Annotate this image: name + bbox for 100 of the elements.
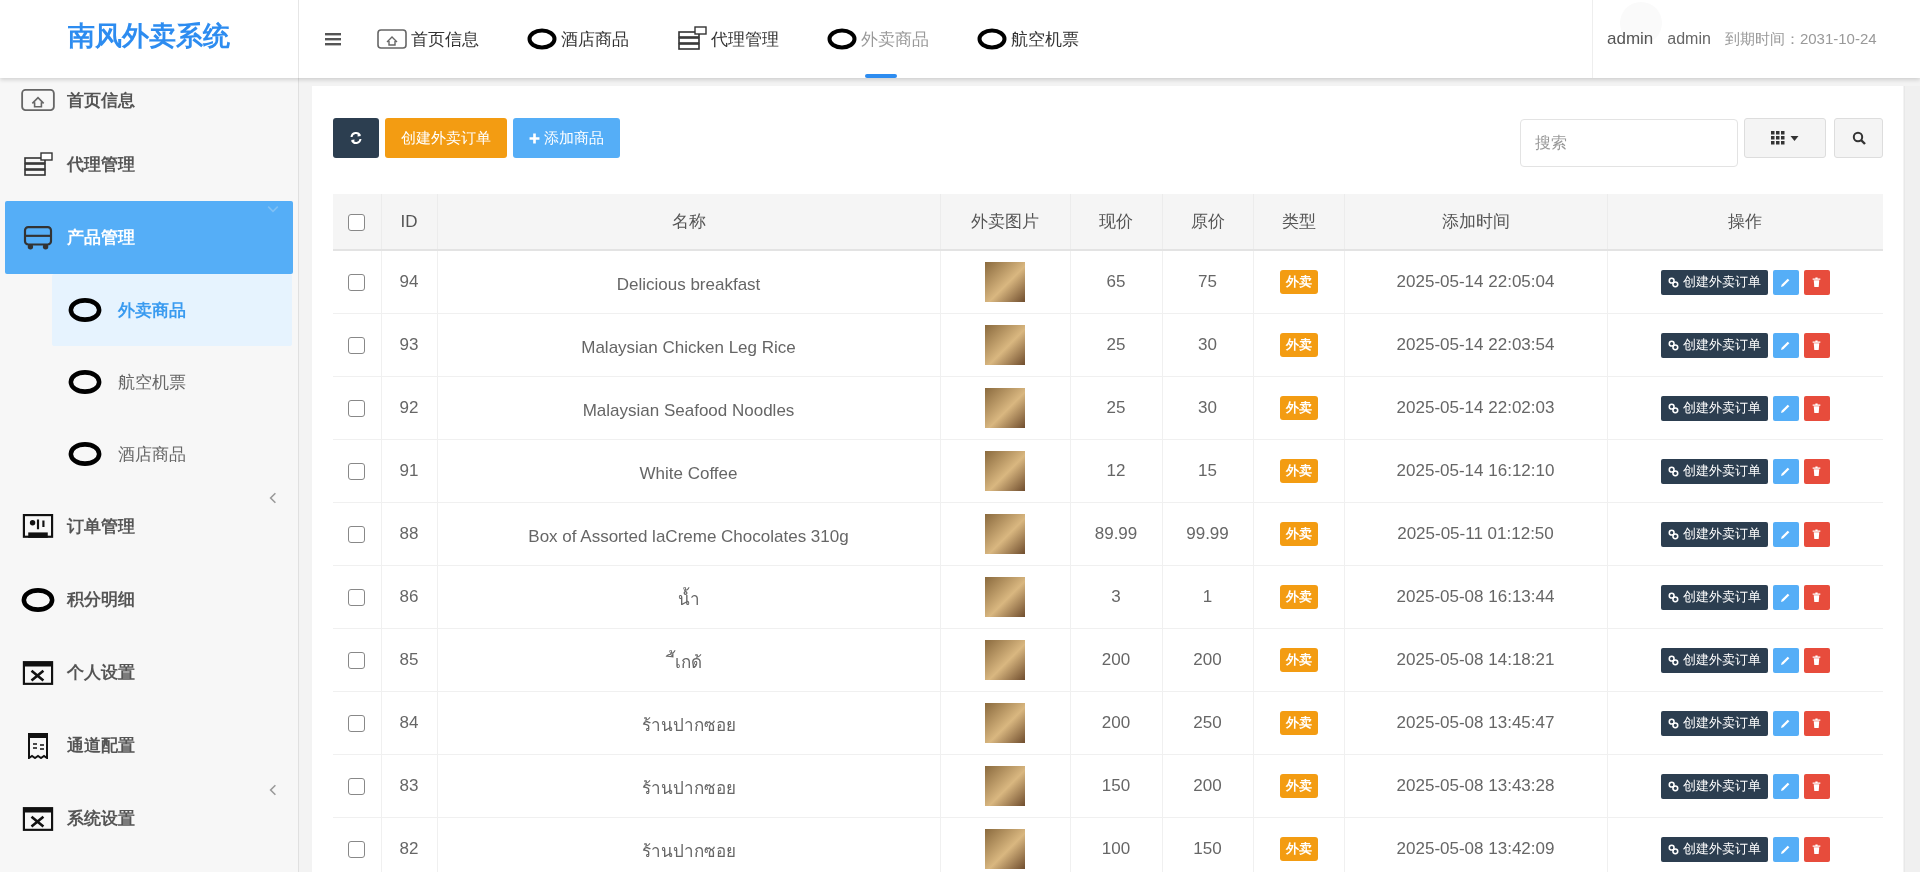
table-cell: 2025-05-08 16:13:44 [1396, 587, 1555, 606]
sidebar-subitem[interactable]: 酒店商品 [52, 418, 292, 490]
create-order-button[interactable]: 创建外卖订单 [1660, 584, 1768, 610]
create-order-button[interactable]: 创建外卖订单 [1660, 521, 1768, 547]
edit-button[interactable] [1772, 584, 1799, 610]
row-checkbox[interactable] [348, 778, 366, 795]
sidebar-item[interactable]: 订单管理 [5, 490, 293, 563]
sidebar-item[interactable]: 代理管理 [5, 128, 293, 201]
nav-tab[interactable]: 航空机票 [977, 0, 1079, 78]
create-order-button[interactable]: 创建外卖订单 [1660, 458, 1768, 484]
type-tag: 外卖 [1279, 270, 1318, 294]
nav-tab[interactable]: 首页信息 [377, 0, 479, 78]
table-cell: 25 [1106, 335, 1126, 354]
delete-button[interactable] [1803, 395, 1830, 421]
pencil-icon [1780, 780, 1792, 792]
edit-button[interactable] [1772, 395, 1799, 421]
edit-button[interactable] [1772, 458, 1799, 484]
table-cell: 200 [1193, 776, 1222, 795]
ring-icon [527, 28, 557, 50]
table-cell: 25 [1106, 398, 1126, 417]
sidebar-item[interactable]: 系统设置 [5, 782, 293, 855]
delete-button[interactable] [1803, 584, 1830, 610]
row-checkbox[interactable] [348, 589, 366, 606]
table-cell: 2025-05-14 22:03:54 [1396, 335, 1555, 354]
type-tag: 外卖 [1279, 837, 1318, 861]
create-order-button[interactable]: 创建外卖订单 [1660, 395, 1768, 421]
table-cell: 3 [1111, 587, 1121, 606]
ring-icon [68, 297, 102, 323]
row-checkbox[interactable] [348, 715, 366, 732]
sidebar-item[interactable]: 积分明细 [5, 563, 293, 636]
column-header: 操作 [1728, 212, 1763, 231]
refresh-icon [349, 131, 363, 145]
delete-button[interactable] [1803, 836, 1830, 862]
edit-button[interactable] [1772, 521, 1799, 547]
search-field[interactable]: 搜索 [1520, 119, 1738, 167]
table-cell: 12 [1106, 461, 1126, 480]
select-all-checkbox[interactable] [348, 213, 366, 231]
create-order-button[interactable]: 创建外卖订单 [1660, 710, 1768, 736]
table-cell: 30 [1198, 335, 1217, 354]
pencil-icon [1780, 528, 1792, 540]
menu-icon[interactable] [325, 32, 341, 46]
delete-button[interactable] [1803, 521, 1830, 547]
delete-button[interactable] [1803, 332, 1830, 358]
link-icon [1667, 276, 1679, 288]
columns-dropdown-button[interactable] [1744, 118, 1826, 158]
edit-button[interactable] [1772, 710, 1799, 736]
edit-button[interactable] [1772, 647, 1799, 673]
nav-tab[interactable]: 代理管理 [677, 0, 779, 78]
table-cell: 200 [1193, 650, 1222, 669]
table-cell: 75 [1198, 272, 1217, 291]
table-cell: 2025-05-08 13:43:28 [1396, 776, 1555, 795]
row-checkbox[interactable] [348, 841, 366, 858]
type-tag: 外卖 [1279, 711, 1318, 735]
trash-icon [1811, 402, 1823, 414]
create-order-button[interactable]: 创建外卖订单 [1660, 773, 1768, 799]
plus-icon [529, 132, 540, 144]
row-checkbox[interactable] [348, 274, 366, 291]
row-checkbox[interactable] [348, 463, 366, 480]
row-checkbox[interactable] [348, 526, 366, 543]
table-cell: 83 [399, 776, 419, 795]
delete-button[interactable] [1803, 269, 1830, 295]
sidebar-subitem[interactable]: 航空机票 [52, 346, 292, 418]
sidebar-item[interactable]: 通道配置 [5, 709, 293, 782]
row-checkbox[interactable] [348, 652, 366, 669]
link-icon [1667, 591, 1679, 603]
search-button[interactable] [1834, 118, 1883, 158]
edit-button[interactable] [1772, 269, 1799, 295]
home-screen-icon [377, 26, 407, 52]
delete-button[interactable] [1803, 458, 1830, 484]
trash-icon [1811, 528, 1823, 540]
edit-button[interactable] [1772, 332, 1799, 358]
pencil-icon [1780, 276, 1792, 288]
column-header: 名称 [671, 212, 706, 231]
refresh-button[interactable] [333, 118, 379, 158]
server-icon [677, 26, 707, 52]
delete-button[interactable] [1803, 773, 1830, 799]
type-tag: 外卖 [1279, 585, 1318, 609]
delete-button[interactable] [1803, 647, 1830, 673]
table-cell: 1 [1202, 587, 1213, 606]
column-header: 外卖图片 [971, 212, 1039, 231]
photo-placeholder [985, 388, 1025, 428]
create-order-button[interactable]: 创建外卖订单 [1660, 269, 1768, 295]
photo-placeholder [985, 640, 1025, 680]
create-order-button[interactable]: 创建外卖订单 [1660, 332, 1768, 358]
trash-icon [1811, 717, 1823, 729]
edit-button[interactable] [1772, 773, 1799, 799]
user-name[interactable]: admin [1607, 29, 1654, 49]
table-cell: 150 [1193, 839, 1222, 858]
sidebar-item[interactable]: 个人设置 [5, 636, 293, 709]
table-cell: 150 [1101, 776, 1131, 795]
sidebar-item[interactable]: 首页信息 [5, 78, 293, 128]
create-order-button[interactable]: 创建外卖订单 [1660, 836, 1768, 862]
delete-button[interactable] [1803, 710, 1830, 736]
search-icon [1851, 131, 1866, 145]
edit-button[interactable] [1772, 836, 1799, 862]
row-checkbox[interactable] [348, 337, 366, 354]
nav-tab[interactable]: 酒店商品 [527, 0, 629, 78]
photo-placeholder [985, 703, 1025, 743]
create-order-button[interactable]: 创建外卖订单 [1660, 647, 1768, 673]
row-checkbox[interactable] [348, 400, 366, 417]
